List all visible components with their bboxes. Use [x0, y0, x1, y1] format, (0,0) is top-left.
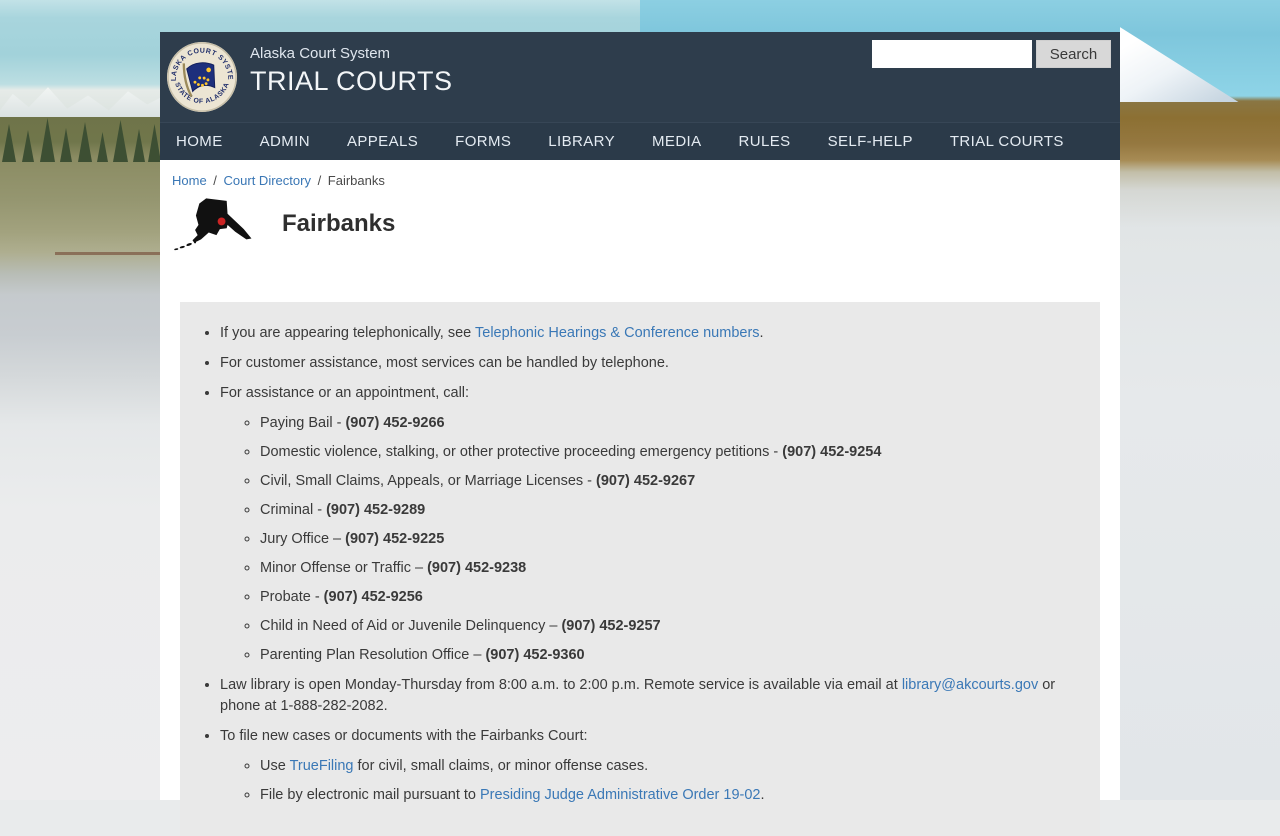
list-item: Parenting Plan Resolution Office – (907)…: [260, 645, 1060, 666]
page-title: Fairbanks: [282, 210, 395, 238]
list-item-text: Parenting Plan Resolution Office –: [260, 647, 485, 663]
list-item-text: Paying Bail -: [260, 415, 345, 431]
list-item-text: To file new cases or documents with the …: [220, 728, 588, 744]
list-item-text: Jury Office –: [260, 531, 345, 547]
list-item-text: .: [761, 787, 765, 803]
list-item-text: For customer assistance, most services c…: [220, 355, 669, 371]
list-item-text: Minor Offense or Traffic –: [260, 560, 427, 576]
nav-item-admin[interactable]: ADMIN: [260, 133, 310, 150]
content-box: If you are appearing telephonically, see…: [180, 302, 1100, 836]
nav-item-home[interactable]: HOME: [176, 133, 223, 150]
list-item: To file new cases or documents with the …: [220, 726, 1060, 806]
nav-item-rules[interactable]: RULES: [739, 133, 791, 150]
phone-number: (907) 452-9266: [345, 415, 444, 431]
list-item: Minor Offense or Traffic – (907) 452-923…: [260, 558, 1060, 579]
list-item-text: Civil, Small Claims, Appeals, or Marriag…: [260, 473, 596, 489]
page-heading-row: Fairbanks: [172, 192, 1120, 256]
breadcrumb-current: Fairbanks: [328, 173, 385, 188]
content-link[interactable]: Presiding Judge Administrative Order 19-…: [480, 787, 760, 803]
list-item-text: Child in Need of Aid or Juvenile Delinqu…: [260, 618, 561, 634]
phone-number: (907) 452-9238: [427, 560, 526, 576]
list-item: Use TrueFiling for civil, small claims, …: [260, 756, 1060, 777]
nav-item-appeals[interactable]: APPEALS: [347, 133, 418, 150]
list-item: File by electronic mail pursuant to Pres…: [260, 785, 1060, 806]
phone-number: (907) 452-9360: [485, 647, 584, 663]
list-item-text: Use: [260, 758, 290, 774]
site-header: ALASKA COURT SYSTEM STATE OF ALASKA Alas…: [160, 32, 1120, 122]
content-list: If you are appearing telephonically, see…: [180, 323, 1060, 806]
list-item: Criminal - (907) 452-9289: [260, 500, 1060, 521]
list-item: Probate - (907) 452-9256: [260, 587, 1060, 608]
list-item-text: File by electronic mail pursuant to: [260, 787, 480, 803]
breadcrumb-link-court-directory[interactable]: Court Directory: [224, 173, 311, 188]
breadcrumb-link-home[interactable]: Home: [172, 173, 207, 188]
phone-number: (907) 452-9225: [345, 531, 444, 547]
list-item: Law library is open Monday-Thursday from…: [220, 675, 1060, 717]
phone-number: (907) 452-9256: [324, 589, 423, 605]
content-sublist: Use TrueFiling for civil, small claims, …: [220, 756, 1060, 806]
list-item: For customer assistance, most services c…: [220, 353, 1060, 374]
list-item: Child in Need of Aid or Juvenile Delinqu…: [260, 616, 1060, 637]
main-nav: HOME ADMIN APPEALS FORMS LIBRARY MEDIA RULES SE…: [160, 122, 1120, 160]
list-item-text: For assistance or an appointment, call:: [220, 385, 469, 401]
list-item-text: Criminal -: [260, 502, 326, 518]
list-item: Domestic violence, stalking, or other pr…: [260, 442, 1060, 463]
phone-number: (907) 452-9257: [561, 618, 660, 634]
nav-item-trial-courts[interactable]: TRIAL COURTS: [950, 133, 1064, 150]
list-item: Jury Office – (907) 452-9225: [260, 529, 1060, 550]
list-item-text: Probate -: [260, 589, 324, 605]
breadcrumb-separator: /: [207, 173, 224, 188]
content-sublist: Paying Bail - (907) 452-9266 Domestic vio…: [220, 413, 1060, 666]
content-link[interactable]: Telephonic Hearings & Conference numbers: [475, 325, 760, 341]
fairbanks-location-dot: [218, 218, 226, 226]
list-item: Paying Bail - (907) 452-9266: [260, 413, 1060, 434]
alaska-map-icon: [172, 192, 266, 256]
list-item: Civil, Small Claims, Appeals, or Marriag…: [260, 471, 1060, 492]
nav-item-library[interactable]: LIBRARY: [548, 133, 615, 150]
content-link[interactable]: library@akcourts.gov: [902, 677, 1038, 693]
nav-item-media[interactable]: MEDIA: [652, 133, 702, 150]
nav-item-forms[interactable]: FORMS: [455, 133, 511, 150]
phone-number: (907) 452-9289: [326, 502, 425, 518]
search-bar: Search: [872, 40, 1111, 68]
site-identity: Alaska Court System TRIAL COURTS: [250, 45, 453, 97]
phone-number: (907) 452-9267: [596, 473, 695, 489]
content-link[interactable]: TrueFiling: [290, 758, 354, 774]
background-boardwalk: [55, 252, 160, 255]
phone-number: (907) 452-9254: [782, 444, 881, 460]
search-input[interactable]: [872, 40, 1032, 68]
nav-item-self-help[interactable]: SELF-HELP: [828, 133, 913, 150]
list-item: If you are appearing telephonically, see…: [220, 323, 1060, 344]
list-item-text: Law library is open Monday-Thursday from…: [220, 677, 902, 693]
breadcrumb-separator: /: [311, 173, 328, 188]
list-item-text: for civil, small claims, or minor offens…: [354, 758, 649, 774]
page-container: ALASKA COURT SYSTEM STATE OF ALASKA Alas…: [160, 32, 1120, 800]
search-button[interactable]: Search: [1036, 40, 1111, 68]
list-item-text: If you are appearing telephonically, see: [220, 325, 475, 341]
list-item-text: Domestic violence, stalking, or other pr…: [260, 444, 782, 460]
site-section-title: TRIAL COURTS: [250, 66, 453, 97]
list-item: For assistance or an appointment, call: P…: [220, 383, 1060, 666]
list-item-text: .: [760, 325, 764, 341]
site-name: Alaska Court System: [250, 45, 453, 62]
breadcrumb: Home / Court Directory / Fairbanks: [160, 160, 1120, 188]
alaska-court-seal-logo: ALASKA COURT SYSTEM STATE OF ALASKA: [166, 41, 238, 113]
